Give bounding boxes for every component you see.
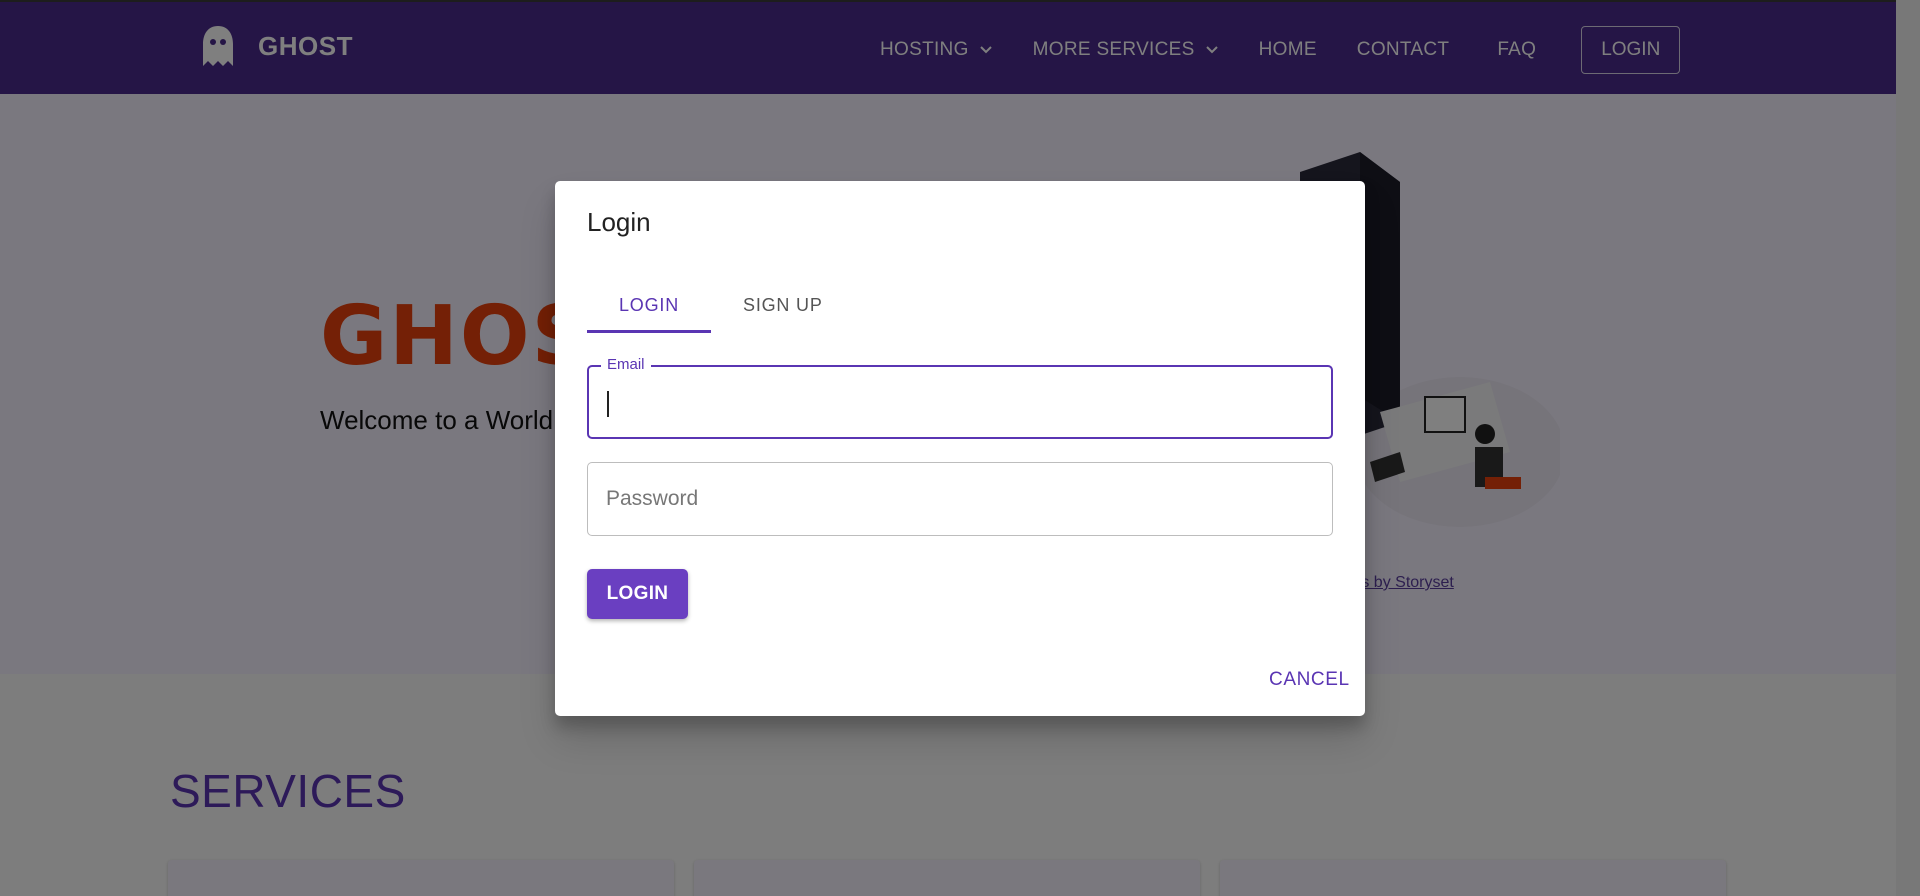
auth-tabs: LOGIN SIGN UP (587, 277, 855, 333)
email-input[interactable] (607, 367, 1317, 437)
password-field[interactable] (587, 462, 1333, 536)
text-caret (607, 391, 609, 417)
cancel-button[interactable]: CANCEL (1269, 669, 1350, 691)
dialog-title: Login (587, 207, 651, 237)
email-field[interactable]: Email (587, 356, 1333, 439)
tab-sign-up[interactable]: SIGN UP (711, 277, 855, 333)
password-input[interactable] (606, 463, 1316, 535)
tab-login[interactable]: LOGIN (587, 277, 712, 333)
login-submit-button[interactable]: LOGIN (587, 569, 688, 619)
login-dialog: Login LOGIN SIGN UP Email LOGIN CANCEL (555, 181, 1365, 716)
